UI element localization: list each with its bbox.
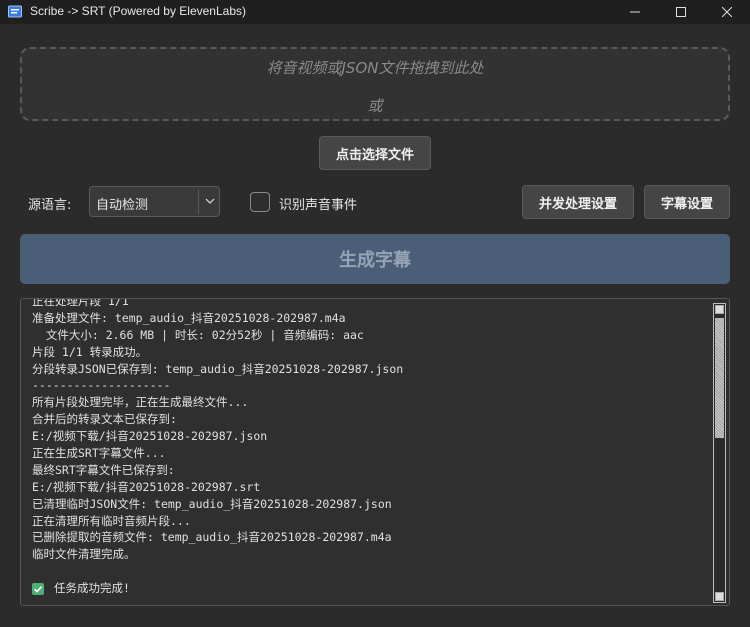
- log-line: 文件大小: 2.66 MB | 时长: 02分52秒 | 音频编码: aac: [32, 327, 364, 342]
- drop-hint-text: 将音视频或JSON文件拖拽到此处: [266, 59, 484, 77]
- file-drop-zone[interactable]: 将音视频或JSON文件拖拽到此处 或: [20, 47, 730, 121]
- log-line: 已删除提取的音频文件: temp_audio_抖音20251028-202987…: [32, 530, 392, 545]
- success-check-icon: [32, 582, 44, 595]
- sound-events-checkbox[interactable]: [250, 192, 270, 212]
- scroll-up-arrow[interactable]: [715, 305, 724, 314]
- scroll-thumb[interactable]: [715, 318, 724, 438]
- log-line: 正在处理片段 1/1: [32, 298, 129, 308]
- close-icon: [722, 7, 732, 17]
- log-line: 正在清理所有临时音频片段...: [32, 513, 191, 528]
- log-line: E:/视频下载/抖音20251028-202987.srt: [32, 479, 261, 494]
- source-language-value: 自动检测: [96, 198, 149, 213]
- log-line: 最终SRT字幕文件已保存到:: [32, 462, 175, 477]
- log-line: 合并后的转录文本已保存到:: [32, 412, 177, 427]
- app-icon: [8, 5, 22, 18]
- dropdown-arrow-icon: [205, 198, 215, 204]
- log-line: 片段 1/1 转录成功。: [32, 344, 148, 359]
- maximize-icon: [676, 7, 686, 17]
- generate-subtitles-button[interactable]: 生成字幕: [20, 234, 730, 284]
- window-title: Scribe -> SRT (Powered by ElevenLabs): [30, 4, 246, 18]
- minimize-icon: [630, 11, 640, 13]
- source-language-select[interactable]: 自动检测: [89, 186, 220, 217]
- log-line: 正在生成SRT字幕文件...: [32, 446, 166, 461]
- log-line: 临时文件清理完成。: [32, 547, 136, 562]
- select-file-button[interactable]: 点击选择文件: [319, 136, 431, 170]
- log-success-line: 任务成功完成!: [32, 580, 712, 597]
- source-language-label: 源语言:: [28, 198, 72, 213]
- select-divider: [198, 189, 199, 214]
- concurrency-settings-button[interactable]: 并发处理设置: [522, 185, 634, 219]
- log-line: 准备处理文件: temp_audio_抖音20251028-202987.m4a: [32, 310, 346, 325]
- log-lines: 正在处理片段 1/1 准备处理文件: temp_audio_抖音20251028-…: [32, 298, 712, 597]
- log-line: 分段转录JSON已保存到: temp_audio_抖音20251028-2029…: [32, 361, 404, 376]
- log-line: 所有片段处理完毕，正在生成最终文件...: [32, 395, 249, 410]
- log-line: --------------------: [32, 378, 171, 393]
- minimize-button[interactable]: [612, 0, 658, 24]
- title-bar: Scribe -> SRT (Powered by ElevenLabs): [0, 0, 750, 24]
- sound-events-label: 识别声音事件: [279, 198, 358, 213]
- success-text: 任务成功完成!: [54, 581, 130, 596]
- close-button[interactable]: [704, 0, 750, 24]
- log-output[interactable]: 正在处理片段 1/1 准备处理文件: temp_audio_抖音20251028-…: [20, 298, 730, 606]
- scroll-down-arrow[interactable]: [715, 592, 724, 601]
- log-line: 已清理临时JSON文件: temp_audio_抖音20251028-20298…: [32, 496, 392, 511]
- drop-or-text: 或: [367, 97, 383, 115]
- log-scrollbar[interactable]: [713, 303, 726, 603]
- maximize-button[interactable]: [658, 0, 704, 24]
- subtitle-settings-button[interactable]: 字幕设置: [644, 185, 730, 219]
- log-line: E:/视频下载/抖音20251028-202987.json: [32, 429, 268, 444]
